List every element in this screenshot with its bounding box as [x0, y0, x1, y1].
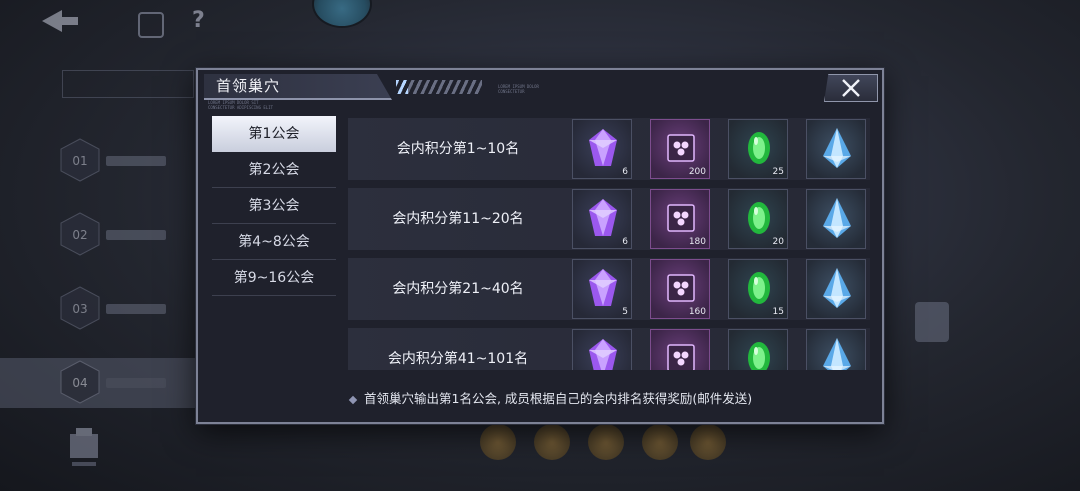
background-topbar: ?: [0, 0, 1080, 46]
ice-crystal-icon: [823, 128, 851, 168]
reward-item[interactable]: 25: [728, 119, 788, 179]
emerald-icon: [748, 202, 770, 234]
tab-guild-4-8[interactable]: 第4~8公会: [212, 224, 336, 260]
reward-item[interactable]: 15: [728, 259, 788, 319]
back-arrow-icon: [42, 10, 78, 32]
item-count: 25: [772, 167, 784, 177]
reward-item[interactable]: [806, 329, 866, 370]
guild-rank-tabs: 第1公会 第2公会 第3公会 第4~8公会 第9~16公会: [212, 116, 336, 296]
reward-item[interactable]: 6: [572, 189, 632, 249]
step-hexagon-icon: 01: [60, 138, 100, 182]
step-label: [106, 156, 166, 166]
tab-guild-9-16[interactable]: 第9~16公会: [212, 260, 336, 296]
emerald-icon: [748, 342, 770, 370]
coin-icon: [642, 424, 678, 460]
emerald-icon: [748, 272, 770, 304]
boss-nest-reward-dialog: 首领巢穴 LOREM IPSUM DOLOR SIT CONSECTETUR A…: [196, 68, 884, 424]
dialog-header: 首领巢穴 LOREM IPSUM DOLOR SIT CONSECTETUR A…: [198, 70, 882, 116]
rank-range-label: 会内积分第11~20名: [392, 211, 524, 227]
reward-row: 会内积分第41~101名: [348, 328, 870, 370]
side-menu-icon: [915, 302, 949, 342]
item-count: 6: [622, 237, 628, 247]
reward-note-text: 首领巢穴输出第1名公会, 成员根据自己的会内排名获得奖励(邮件发送): [364, 391, 753, 406]
ice-crystal-icon: [823, 268, 851, 308]
tab-guild-1[interactable]: 第1公会: [212, 116, 336, 152]
reward-item[interactable]: 6: [572, 119, 632, 179]
item-count: 20: [772, 237, 784, 247]
background-title-bar: [62, 70, 194, 98]
reward-row: 会内积分第11~20名 6 180 20: [348, 188, 870, 250]
rank-range-label: 会内积分第41~101名: [387, 351, 529, 367]
tab-guild-2[interactable]: 第2公会: [212, 152, 336, 188]
step-label: [106, 378, 166, 388]
reward-row: 会内积分第1~10名 6 200 25: [348, 118, 870, 180]
item-count: 5: [622, 307, 628, 317]
reward-item[interactable]: 5: [572, 259, 632, 319]
chip-icon: [667, 344, 695, 370]
avatar: [312, 0, 372, 28]
purple-gem-icon: [589, 269, 617, 306]
reward-row: 会内积分第21~40名 5 160 15: [348, 258, 870, 320]
item-count: 15: [772, 307, 784, 317]
building-icon: [70, 428, 98, 466]
item-count: 180: [688, 237, 706, 247]
deco-stripe-accent: [396, 80, 408, 94]
reward-item[interactable]: [806, 119, 866, 179]
step-number: 03: [72, 302, 87, 316]
chip-icon: [667, 204, 695, 232]
step-hexagon-icon: 02: [60, 212, 100, 256]
reward-item[interactable]: [806, 189, 866, 249]
dialog-title: 首领巢穴: [216, 77, 281, 95]
help-icon: ?: [192, 8, 205, 33]
reward-item[interactable]: 20: [728, 189, 788, 249]
deco-stripes: [396, 80, 482, 94]
rank-range-label: 会内积分第21~40名: [392, 281, 524, 297]
deco-text: LOREM IPSUM DOLOR CONSECTETUR: [498, 84, 539, 94]
coin-icon: [690, 424, 726, 460]
close-button[interactable]: [824, 74, 878, 102]
reward-item[interactable]: [572, 329, 632, 370]
rank-range-label: 会内积分第1~10名: [396, 141, 520, 157]
item-count: 6: [622, 167, 628, 177]
step-number: 04: [72, 376, 87, 390]
home-icon: [138, 12, 164, 38]
reward-item[interactable]: 200: [650, 119, 710, 179]
purple-gem-icon: [589, 199, 617, 236]
step-number: 02: [72, 228, 87, 242]
step-label: [106, 230, 166, 240]
reward-item[interactable]: [650, 329, 710, 370]
deco-text: LOREM IPSUM DOLOR SIT CONSECTETUR ADIPIS…: [208, 100, 274, 110]
step-label: [106, 304, 166, 314]
step-hexagon-icon: 04: [60, 360, 100, 404]
background-coins: [410, 424, 730, 464]
reward-item[interactable]: 160: [650, 259, 710, 319]
step-number: 01: [72, 154, 87, 168]
emerald-icon: [748, 132, 770, 164]
item-count: 200: [688, 167, 706, 177]
reward-note: 首领巢穴输出第1名公会, 成员根据自己的会内排名获得奖励(邮件发送): [348, 388, 753, 407]
reward-item[interactable]: [728, 329, 788, 370]
ice-crystal-icon: [823, 338, 851, 370]
purple-gem-icon: [589, 129, 617, 166]
reward-item[interactable]: [806, 259, 866, 319]
chip-icon: [667, 274, 695, 302]
coin-icon: [588, 424, 624, 460]
item-count: 160: [688, 307, 706, 317]
close-x-icon: [842, 79, 860, 97]
purple-gem-icon: [589, 339, 617, 370]
diamond-bullet-icon: [348, 395, 358, 404]
reward-item[interactable]: 180: [650, 189, 710, 249]
chip-icon: [667, 134, 695, 162]
ice-crystal-icon: [823, 198, 851, 238]
coin-icon: [534, 424, 570, 460]
reward-list[interactable]: 会内积分第1~10名 6 200 25 会内积分第11~20名 6 180 20…: [348, 118, 870, 370]
coin-icon: [480, 424, 516, 460]
step-hexagon-icon: 03: [60, 286, 100, 330]
tab-guild-3[interactable]: 第3公会: [212, 188, 336, 224]
